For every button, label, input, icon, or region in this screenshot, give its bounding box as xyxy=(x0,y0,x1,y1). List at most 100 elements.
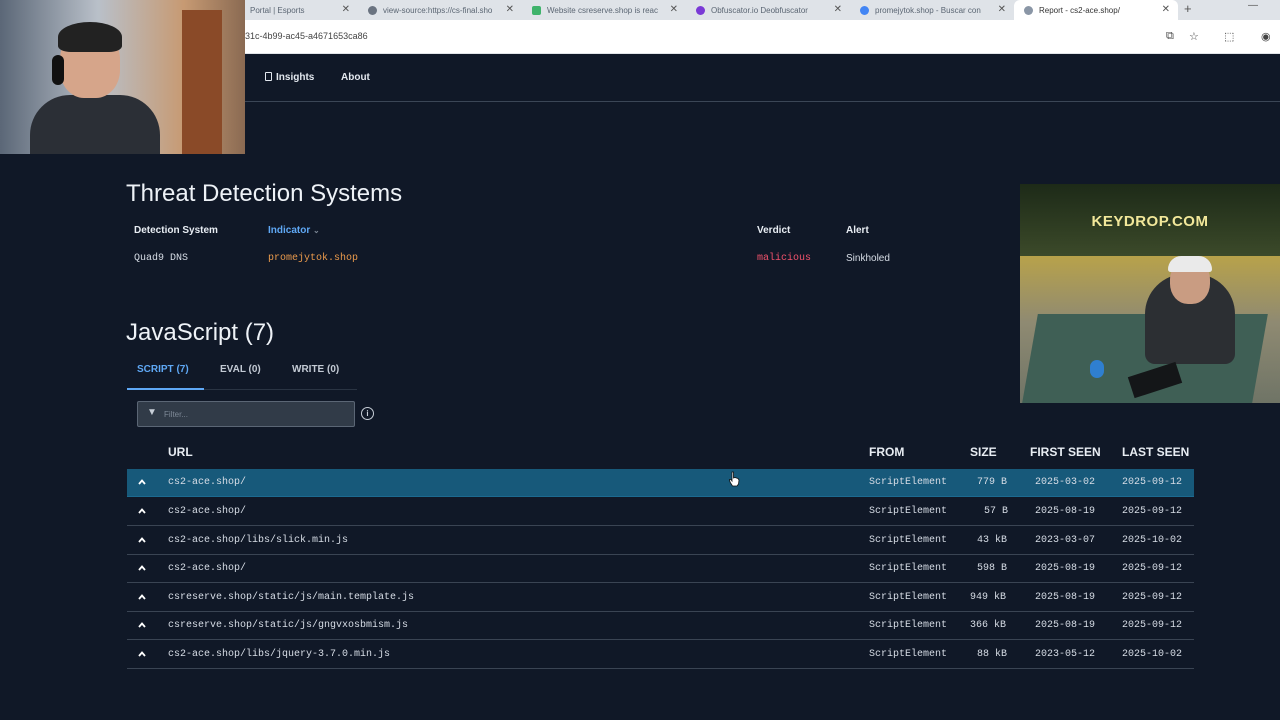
col-last-seen[interactable]: LAST SEEN xyxy=(1122,445,1189,459)
close-tab-icon[interactable]: ✕ xyxy=(998,4,1006,15)
col-first-seen[interactable]: FIRST SEEN xyxy=(1030,445,1101,459)
threat-alert: Sinkholed xyxy=(846,253,890,264)
row-from: ScriptElement xyxy=(869,592,948,603)
row-url[interactable]: cs2-ace.shop/libs/slick.min.js xyxy=(168,535,348,546)
col-indicator[interactable]: Indicator ⌄ xyxy=(268,225,320,236)
translate-icon[interactable]: ⧉ xyxy=(1166,30,1174,43)
row-url[interactable]: cs2-ace.shop/ xyxy=(168,563,246,574)
site-favicon-icon xyxy=(532,5,541,15)
row-first-seen: 2025-08-19 xyxy=(1035,620,1096,631)
row-first-seen: 2025-03-02 xyxy=(1035,477,1096,488)
chevron-up-icon[interactable] xyxy=(137,649,147,659)
tab-eval[interactable]: EVAL (0) xyxy=(220,364,261,375)
chevron-up-icon[interactable] xyxy=(137,563,147,573)
minimize-window-button[interactable]: — xyxy=(1248,0,1258,11)
row-last-seen: 2025-09-12 xyxy=(1122,620,1183,631)
chevron-up-icon[interactable] xyxy=(137,506,147,516)
row-last-seen: 2025-09-12 xyxy=(1122,563,1183,574)
webcam-door xyxy=(182,10,222,154)
bookmark-star-icon[interactable]: ☆ xyxy=(1189,30,1199,43)
chevron-up-icon[interactable] xyxy=(137,592,147,602)
close-tab-icon[interactable]: ✕ xyxy=(670,4,678,15)
threat-system: Quad9 DNS xyxy=(134,253,189,264)
extensions-icon[interactable]: ⬚ xyxy=(1224,30,1234,43)
browser-tab[interactable]: Obfuscator.io Deobfuscator ✕ xyxy=(686,0,850,20)
sponsor-brand-text: KEYDROP.COM xyxy=(1091,213,1209,230)
close-tab-icon[interactable]: ✕ xyxy=(834,4,842,15)
close-tab-icon[interactable]: ✕ xyxy=(1162,4,1170,15)
browser-tab[interactable]: Website csreserve.shop is reac ✕ xyxy=(522,0,686,20)
tab-write[interactable]: WRITE (0) xyxy=(292,364,339,375)
mouse-icon xyxy=(1090,360,1104,378)
tab-script[interactable]: SCRIPT (7) xyxy=(137,364,189,375)
row-size: 779 B xyxy=(977,477,1008,488)
row-last-seen: 2025-09-12 xyxy=(1122,477,1183,488)
row-size: 57 B xyxy=(984,506,1009,517)
table-row[interactable]: csreserve.shop/static/js/gngvxosbmism.js… xyxy=(127,612,1194,640)
nav-insights[interactable]: Insights xyxy=(265,72,314,83)
new-tab-button[interactable]: + xyxy=(1184,1,1192,16)
row-from: ScriptElement xyxy=(869,477,948,488)
chevron-up-icon[interactable] xyxy=(137,477,147,487)
row-last-seen: 2025-09-12 xyxy=(1122,592,1183,603)
close-tab-icon[interactable]: ✕ xyxy=(506,4,514,15)
table-row-selected[interactable]: cs2-ace.shop/ ScriptElement 779 B 2025-0… xyxy=(127,469,1194,497)
browser-tab[interactable]: promejytok.shop - Buscar con ✕ xyxy=(850,0,1014,20)
google-favicon-icon xyxy=(860,5,869,15)
threat-section-title: Threat Detection Systems xyxy=(126,180,403,207)
chevron-up-icon[interactable] xyxy=(137,535,147,545)
row-last-seen: 2025-09-12 xyxy=(1122,506,1183,517)
browser-tab-title: promejytok.shop - Buscar con xyxy=(875,5,981,15)
table-row[interactable]: cs2-ace.shop/libs/slick.min.js ScriptEle… xyxy=(127,527,1194,555)
threat-indicator-link[interactable]: promejytok.shop xyxy=(268,253,358,264)
filter-input[interactable] xyxy=(164,407,344,421)
browser-tab[interactable]: view-source:https://cs-final.sho ✕ xyxy=(358,0,522,20)
row-from: ScriptElement xyxy=(869,535,948,546)
chevron-up-icon[interactable] xyxy=(137,620,147,630)
col-from[interactable]: FROM xyxy=(869,445,904,459)
browser-tab-active[interactable]: Report - cs2-ace.shop/ ✕ xyxy=(1014,0,1178,20)
row-url[interactable]: csreserve.shop/static/js/main.template.j… xyxy=(168,592,414,603)
col-url[interactable]: URL xyxy=(168,445,193,459)
table-row[interactable]: cs2-ace.shop/ ScriptElement 598 B 2025-0… xyxy=(127,555,1194,583)
row-size: 366 kB xyxy=(970,620,1007,631)
profile-icon[interactable]: ◉ xyxy=(1261,30,1271,43)
col-size[interactable]: SIZE xyxy=(970,445,997,459)
row-size: 598 B xyxy=(977,563,1008,574)
close-tab-icon[interactable]: ✕ xyxy=(342,4,350,15)
row-first-seen: 2023-03-07 xyxy=(1035,535,1096,546)
webcam-person-body xyxy=(30,95,160,154)
headset-icon xyxy=(1168,256,1212,272)
row-url[interactable]: csreserve.shop/static/js/gngvxosbmism.js xyxy=(168,620,408,631)
globe-icon xyxy=(1024,5,1033,15)
js-favicon-icon xyxy=(696,5,705,15)
sponsor-webcam-overlay: KEYDROP.COM xyxy=(1020,184,1280,403)
row-first-seen: 2025-08-19 xyxy=(1035,563,1096,574)
row-url[interactable]: cs2-ace.shop/ xyxy=(168,506,246,517)
browser-tab[interactable]: Portal | Esports ✕ xyxy=(240,0,358,20)
row-url[interactable]: cs2-ace.shop/ xyxy=(168,477,246,488)
javascript-section-title: JavaScript (7) xyxy=(126,319,275,346)
nav-insights-label: Insights xyxy=(276,72,315,83)
col-verdict: Verdict xyxy=(757,225,791,236)
browser-tab-title: view-source:https://cs-final.sho xyxy=(383,5,493,15)
row-first-seen: 2025-08-19 xyxy=(1035,506,1096,517)
row-url[interactable]: cs2-ace.shop/libs/jquery-3.7.0.min.js xyxy=(168,649,390,660)
table-row[interactable]: csreserve.shop/static/js/main.template.j… xyxy=(127,584,1194,612)
table-row[interactable]: cs2-ace.shop/libs/jquery-3.7.0.min.js Sc… xyxy=(127,641,1194,669)
webcam-overlay xyxy=(0,0,245,154)
browser-tab-title: Obfuscator.io Deobfuscator xyxy=(711,5,808,15)
row-from: ScriptElement xyxy=(869,620,948,631)
url-field[interactable]: 31c-4b99-ac45-a4671653ca86 xyxy=(245,31,368,41)
table-row[interactable]: cs2-ace.shop/ ScriptElement 57 B 2025-08… xyxy=(127,498,1194,526)
info-icon[interactable]: i xyxy=(361,407,374,420)
filter-icon: ▼ xyxy=(147,407,157,418)
row-last-seen: 2025-10-02 xyxy=(1122,649,1183,660)
headset-icon xyxy=(52,55,64,85)
nav-about[interactable]: About xyxy=(341,72,370,83)
hand-cursor-icon xyxy=(729,471,740,487)
globe-icon xyxy=(368,5,377,15)
insights-icon xyxy=(265,72,272,81)
active-tab-indicator xyxy=(127,388,204,390)
col-indicator-label: Indicator xyxy=(268,225,311,236)
